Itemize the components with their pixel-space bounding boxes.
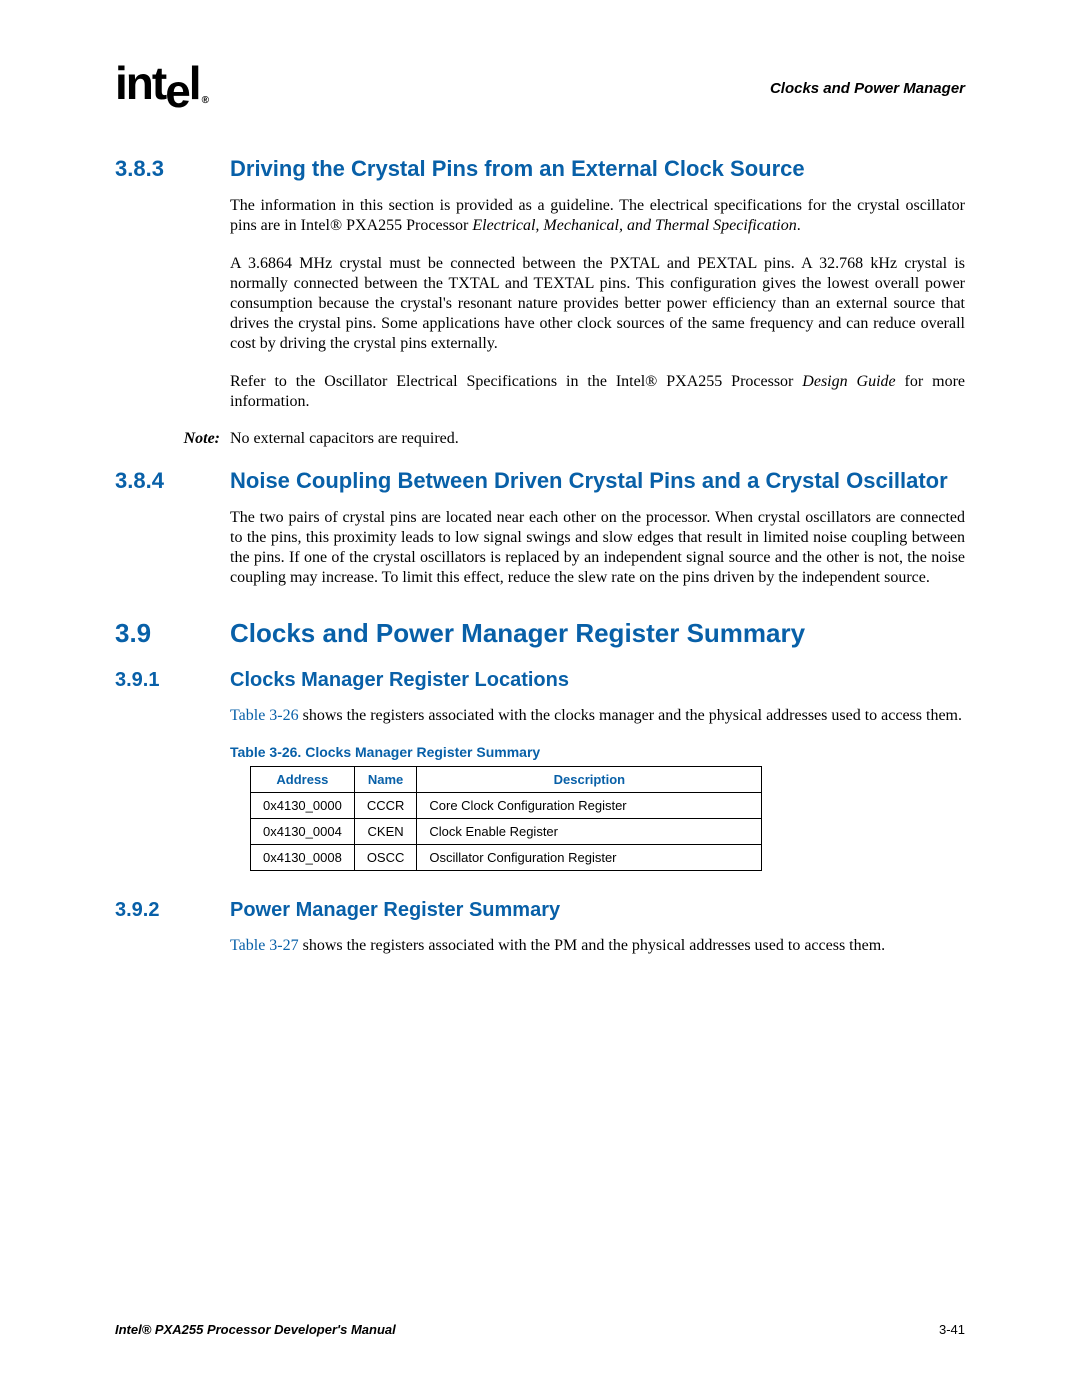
table-ref-link[interactable]: Table 3-26 — [230, 707, 299, 724]
table-row: 0x4130_0000 CCCR Core Clock Configuratio… — [251, 793, 762, 819]
cell-desc: Clock Enable Register — [417, 819, 762, 845]
paragraph: The information in this section is provi… — [230, 196, 965, 236]
th-description: Description — [417, 767, 762, 793]
footer-title: Intel® PXA255 Processor Developer's Manu… — [115, 1322, 396, 1337]
note-text: No external capacitors are required. — [230, 430, 965, 448]
note-row: Note: No external capacitors are require… — [115, 430, 965, 448]
paragraph: Table 3-27 shows the registers associate… — [230, 936, 965, 956]
th-name: Name — [354, 767, 417, 793]
note-label: Note: — [115, 430, 230, 448]
heading-3-8-4: 3.8.4 Noise Coupling Between Driven Crys… — [115, 468, 965, 494]
heading-number: 3.9.1 — [115, 669, 230, 692]
text: shows the registers associated with the … — [299, 707, 962, 724]
table-ref-link[interactable]: Table 3-27 — [230, 937, 299, 954]
page-number: 3-41 — [939, 1322, 965, 1337]
paragraph: Refer to the Oscillator Electrical Speci… — [230, 372, 965, 412]
th-address: Address — [251, 767, 355, 793]
cell-address: 0x4130_0008 — [251, 845, 355, 871]
table-row: 0x4130_0008 OSCC Oscillator Configuratio… — [251, 845, 762, 871]
cell-desc: Core Clock Configuration Register — [417, 793, 762, 819]
table-row: 0x4130_0004 CKEN Clock Enable Register — [251, 819, 762, 845]
text: . — [797, 217, 801, 234]
text-italic: Design Guide — [802, 373, 895, 390]
heading-title: Driving the Crystal Pins from an Externa… — [230, 156, 965, 182]
cell-desc: Oscillator Configuration Register — [417, 845, 762, 871]
text: Refer to the Oscillator Electrical Speci… — [230, 373, 802, 390]
chapter-title: Clocks and Power Manager — [770, 80, 965, 97]
heading-3-9-2: 3.9.2 Power Manager Register Summary — [115, 899, 965, 922]
page-header: intel® Clocks and Power Manager — [115, 60, 965, 106]
cell-address: 0x4130_0000 — [251, 793, 355, 819]
page-footer: Intel® PXA255 Processor Developer's Manu… — [115, 1322, 965, 1337]
paragraph: The two pairs of crystal pins are locate… — [230, 508, 965, 588]
paragraph: Table 3-26 shows the registers associate… — [230, 706, 965, 726]
text: shows the registers associated with the … — [299, 937, 886, 954]
heading-number: 3.8.3 — [115, 156, 230, 182]
heading-title: Noise Coupling Between Driven Crystal Pi… — [230, 468, 965, 494]
heading-3-8-3: 3.8.3 Driving the Crystal Pins from an E… — [115, 156, 965, 182]
heading-number: 3.9.2 — [115, 899, 230, 922]
heading-3-9-1: 3.9.1 Clocks Manager Register Locations — [115, 669, 965, 692]
heading-number: 3.9 — [115, 618, 230, 649]
heading-3-9: 3.9 Clocks and Power Manager Register Su… — [115, 618, 965, 649]
text-italic: Electrical, Mechanical, and Thermal Spec… — [472, 217, 796, 234]
registered-mark: ® — [202, 95, 207, 106]
paragraph: A 3.6864 MHz crystal must be connected b… — [230, 254, 965, 354]
table-caption: Table 3-26. Clocks Manager Register Summ… — [230, 744, 965, 760]
heading-title: Clocks and Power Manager Register Summar… — [230, 618, 965, 649]
page: intel® Clocks and Power Manager 3.8.3 Dr… — [0, 0, 1080, 1397]
heading-title: Clocks Manager Register Locations — [230, 669, 965, 692]
table-header-row: Address Name Description — [251, 767, 762, 793]
cell-name: CKEN — [354, 819, 417, 845]
heading-title: Power Manager Register Summary — [230, 899, 965, 922]
cell-name: CCCR — [354, 793, 417, 819]
intel-logo: intel® — [115, 60, 205, 106]
cell-address: 0x4130_0004 — [251, 819, 355, 845]
cell-name: OSCC — [354, 845, 417, 871]
heading-number: 3.8.4 — [115, 468, 230, 494]
clocks-manager-table: Address Name Description 0x4130_0000 CCC… — [250, 766, 762, 871]
